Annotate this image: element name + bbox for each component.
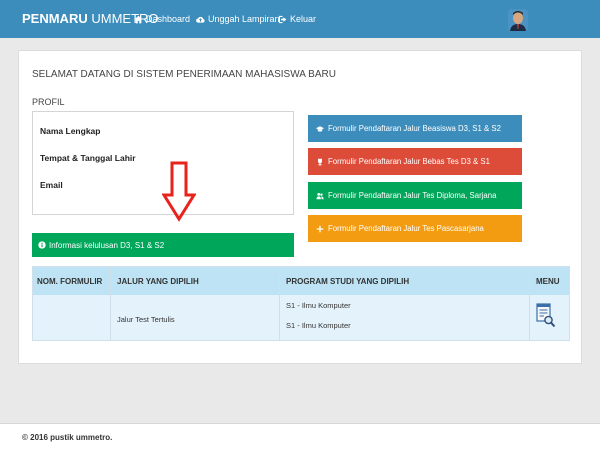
form-tes-diploma-sarjana-label: Formulir Pendaftaran Jalur Tes Diploma, …: [328, 191, 497, 200]
cloud-upload-icon: [196, 16, 205, 23]
nav-keluar[interactable]: Keluar: [278, 14, 316, 24]
cell-prodi-1: S1 - Ilmu Komputer: [286, 301, 351, 310]
nav-dashboard[interactable]: Dashboard: [134, 14, 190, 24]
header-program-studi: PROGRAM STUDI YANG DIPILIH: [286, 277, 410, 286]
form-tes-pascasarjana-button[interactable]: Formulir Pendaftaran Jalur Tes Pascasarj…: [308, 215, 522, 242]
column-divider: [529, 267, 530, 340]
sign-out-icon: [278, 15, 287, 23]
user-avatar[interactable]: [508, 9, 528, 31]
form-beasiswa-button[interactable]: Formulir Pendaftaran Jalur Beasiswa D3, …: [308, 115, 522, 142]
header-menu: MENU: [536, 277, 560, 286]
table-header-row: NOM. FORMULIR JALUR YANG DIPILIH PROGRAM…: [33, 267, 569, 295]
footer: © 2016 pustik ummetro.: [0, 423, 600, 450]
red-down-arrow-annotation: [162, 161, 196, 222]
info-circle-icon: [38, 241, 46, 249]
cell-jalur: Jalur Test Tertulis: [117, 315, 175, 324]
form-beasiswa-label: Formulir Pendaftaran Jalur Beasiswa D3, …: [328, 124, 501, 133]
profil-heading: PROFIL: [32, 97, 65, 107]
header-jalur: JALUR YANG DIPILIH: [117, 277, 199, 286]
nav-dashboard-label: Dashboard: [146, 14, 191, 24]
form-tes-pascasarjana-label: Formulir Pendaftaran Jalur Tes Pascasarj…: [328, 224, 484, 233]
graduation-cap-icon: [316, 125, 324, 132]
form-tes-diploma-sarjana-button[interactable]: Formulir Pendaftaran Jalur Tes Diploma, …: [308, 182, 522, 209]
profil-label-nama: Nama Lengkap: [40, 126, 101, 136]
table-row: Jalur Test Tertulis S1 - Ilmu Komputer S…: [33, 295, 569, 340]
profil-label-ttl: Tempat & Tanggal Lahir: [40, 153, 136, 163]
header-nom-formulir: NOM. FORMULIR: [37, 277, 103, 286]
top-navbar: PENMARU UMMETRO Dashboard Unggah Lampira…: [0, 0, 600, 38]
pendaftaran-table: NOM. FORMULIR JALUR YANG DIPILIH PROGRAM…: [32, 266, 570, 341]
users-icon: [316, 192, 324, 199]
informasi-kelulusan-button[interactable]: Informasi kelulusan D3, S1 & S2: [32, 233, 294, 257]
form-bebas-tes-label: Formulir Pendaftaran Jalur Bebas Tes D3 …: [328, 157, 490, 166]
avatar-image: [508, 9, 528, 31]
plus-icon: [316, 225, 324, 232]
form-bebas-tes-button[interactable]: Formulir Pendaftaran Jalur Bebas Tes D3 …: [308, 148, 522, 175]
informasi-kelulusan-label: Informasi kelulusan D3, S1 & S2: [49, 240, 165, 250]
cell-prodi-2: S1 - Ilmu Komputer: [286, 321, 351, 330]
nav-unggah-lampiran-label: Unggah Lampiran: [208, 14, 280, 24]
nav-unggah-lampiran[interactable]: Unggah Lampiran: [196, 14, 280, 24]
welcome-heading: SELAMAT DATANG DI SISTEM PENERIMAAN MAHA…: [32, 69, 336, 80]
brand-bold: PENMARU: [22, 11, 88, 26]
footer-copyright: © 2016 pustik ummetro.: [22, 433, 113, 442]
column-divider: [110, 267, 111, 340]
main-panel: SELAMAT DATANG DI SISTEM PENERIMAAN MAHA…: [18, 50, 582, 364]
column-divider: [279, 267, 280, 340]
trophy-icon: [318, 158, 322, 165]
nav-keluar-label: Keluar: [290, 14, 317, 24]
document-search-icon[interactable]: [536, 303, 556, 329]
profil-label-email: Email: [40, 180, 63, 190]
home-icon: [134, 15, 143, 23]
